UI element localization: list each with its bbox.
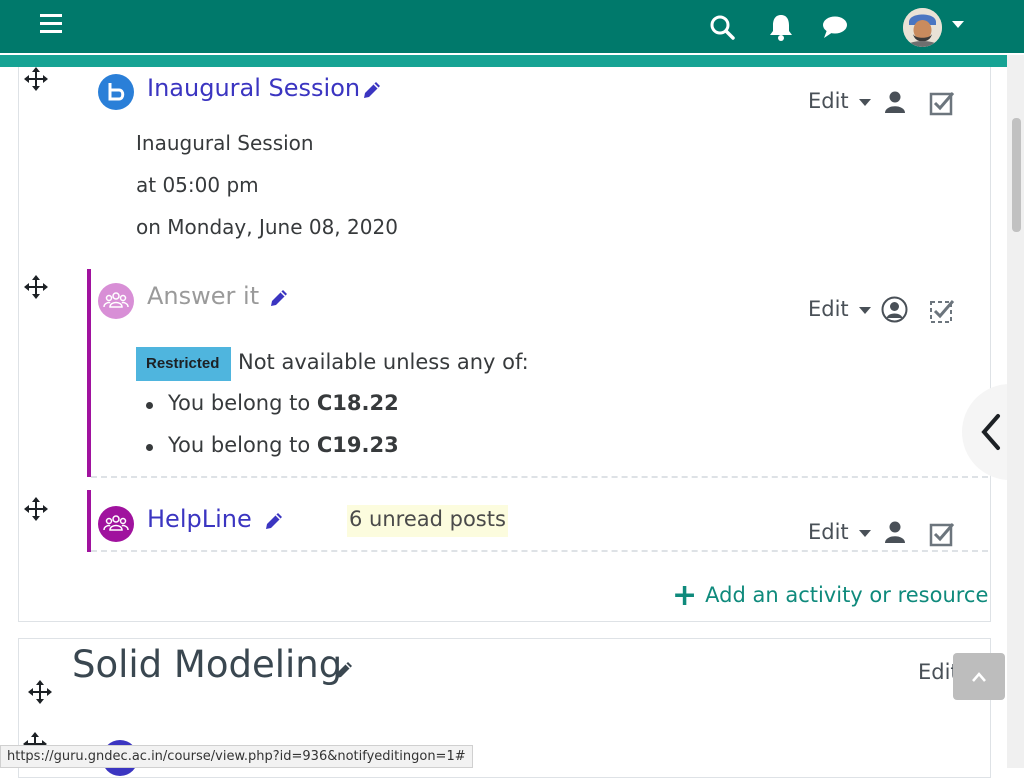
edit-menu-answer-it[interactable]: Edit bbox=[808, 297, 871, 321]
edit-title-icon[interactable] bbox=[361, 79, 383, 101]
caret-down-icon bbox=[858, 529, 871, 537]
caret-down-icon bbox=[858, 98, 871, 106]
edit-menu-inaugural[interactable]: Edit bbox=[808, 89, 871, 113]
back-to-top-button[interactable] bbox=[953, 653, 1005, 700]
search-icon[interactable] bbox=[707, 12, 737, 42]
condition-prefix: You belong to bbox=[168, 391, 317, 415]
nav-accent-stripe bbox=[0, 55, 1007, 67]
completion-checkbox-icon[interactable] bbox=[929, 90, 955, 116]
move-icon[interactable] bbox=[23, 66, 49, 92]
avatar-image bbox=[903, 8, 942, 47]
caret-down-icon bbox=[858, 306, 871, 314]
group-indent-bar bbox=[87, 490, 91, 552]
activity-title-helpline[interactable]: HelpLine bbox=[147, 505, 252, 533]
activity-title-inaugural[interactable]: Inaugural Session bbox=[147, 74, 360, 102]
chevron-up-icon bbox=[972, 672, 986, 682]
session-name: Inaugural Session bbox=[136, 131, 314, 155]
condition-group: C19.23 bbox=[316, 433, 399, 457]
user-avatar[interactable] bbox=[903, 8, 942, 47]
condition-prefix: You belong to bbox=[168, 433, 317, 457]
forum-group-icon bbox=[98, 283, 134, 319]
activity-title-answer-it[interactable]: Answer it bbox=[147, 282, 259, 310]
top-navbar bbox=[0, 0, 1024, 53]
user-menu-caret[interactable] bbox=[952, 21, 964, 28]
activity-divider bbox=[91, 476, 988, 478]
restriction-condition: You belong to C18.22 bbox=[146, 391, 399, 415]
section-title[interactable]: Solid Modeling bbox=[72, 643, 342, 686]
restriction-condition: You belong to C19.23 bbox=[146, 433, 399, 457]
move-icon[interactable] bbox=[23, 496, 49, 522]
move-icon[interactable] bbox=[23, 274, 49, 300]
add-activity-link[interactable]: + Add an activity or resource bbox=[672, 578, 988, 613]
activity-divider bbox=[91, 550, 988, 552]
user-visibility-icon[interactable] bbox=[884, 90, 906, 114]
edit-title-icon[interactable] bbox=[268, 287, 290, 309]
restriction-text: Not available unless any of: bbox=[238, 350, 529, 374]
add-activity-label: Add an activity or resource bbox=[705, 583, 989, 607]
edit-title-icon[interactable] bbox=[263, 510, 285, 532]
session-date: on Monday, June 08, 2020 bbox=[136, 215, 398, 239]
condition-group: C18.22 bbox=[316, 391, 399, 415]
edit-section-title-icon[interactable] bbox=[333, 659, 355, 681]
session-time: at 05:00 pm bbox=[136, 173, 259, 197]
user-visibility-icon[interactable] bbox=[884, 520, 906, 544]
edit-menu-helpline[interactable]: Edit bbox=[808, 520, 871, 544]
group-indent-bar bbox=[87, 269, 91, 477]
forum-group-icon bbox=[98, 506, 134, 542]
restricted-badge: Restricted bbox=[136, 347, 231, 381]
plus-icon: + bbox=[672, 578, 698, 613]
unread-posts-link[interactable]: 6 unread posts bbox=[347, 505, 508, 537]
status-bar-url: https://guru.gndec.ac.in/course/view.php… bbox=[0, 745, 473, 768]
edit-label: Edit bbox=[808, 520, 849, 544]
hamburger-icon[interactable] bbox=[40, 14, 66, 38]
edit-label: Edit bbox=[808, 297, 849, 321]
completion-checkbox-icon[interactable] bbox=[929, 521, 955, 547]
bigbluebutton-icon bbox=[98, 74, 134, 110]
completion-checkbox-icon[interactable] bbox=[929, 298, 955, 324]
scrollbar-thumb[interactable] bbox=[1012, 118, 1021, 232]
edit-label: Edit bbox=[808, 89, 849, 113]
chat-icon[interactable] bbox=[820, 12, 850, 42]
user-circle-icon[interactable] bbox=[881, 296, 908, 323]
bell-icon[interactable] bbox=[766, 12, 796, 42]
move-icon[interactable] bbox=[27, 679, 53, 705]
